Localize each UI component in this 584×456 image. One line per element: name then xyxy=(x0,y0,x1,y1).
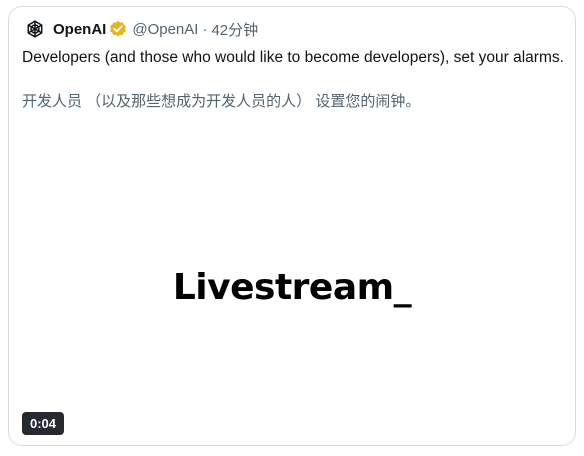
openai-logo-icon[interactable] xyxy=(25,19,45,39)
post-translation: 开发人员 （以及那些想成为开发人员的人） 设置您的闹钟。 xyxy=(22,93,421,110)
video-duration-badge: 0:04 xyxy=(22,412,65,435)
video-player[interactable]: Livestream_ 0:04 xyxy=(10,117,574,444)
post-time[interactable]: 42分钟 xyxy=(211,19,258,40)
post-card[interactable]: OpenAI @OpenAI · 42分钟 Developers (and th… xyxy=(8,6,576,446)
verified-badge-icon xyxy=(109,20,127,38)
author-name[interactable]: OpenAI xyxy=(53,21,106,38)
post-header: OpenAI @OpenAI · 42分钟 xyxy=(25,18,258,40)
separator-dot: · xyxy=(202,20,208,38)
author-handle[interactable]: @OpenAI xyxy=(132,21,198,38)
post-text: Developers (and those who would like to … xyxy=(22,49,564,66)
video-title: Livestream_ xyxy=(172,267,412,308)
